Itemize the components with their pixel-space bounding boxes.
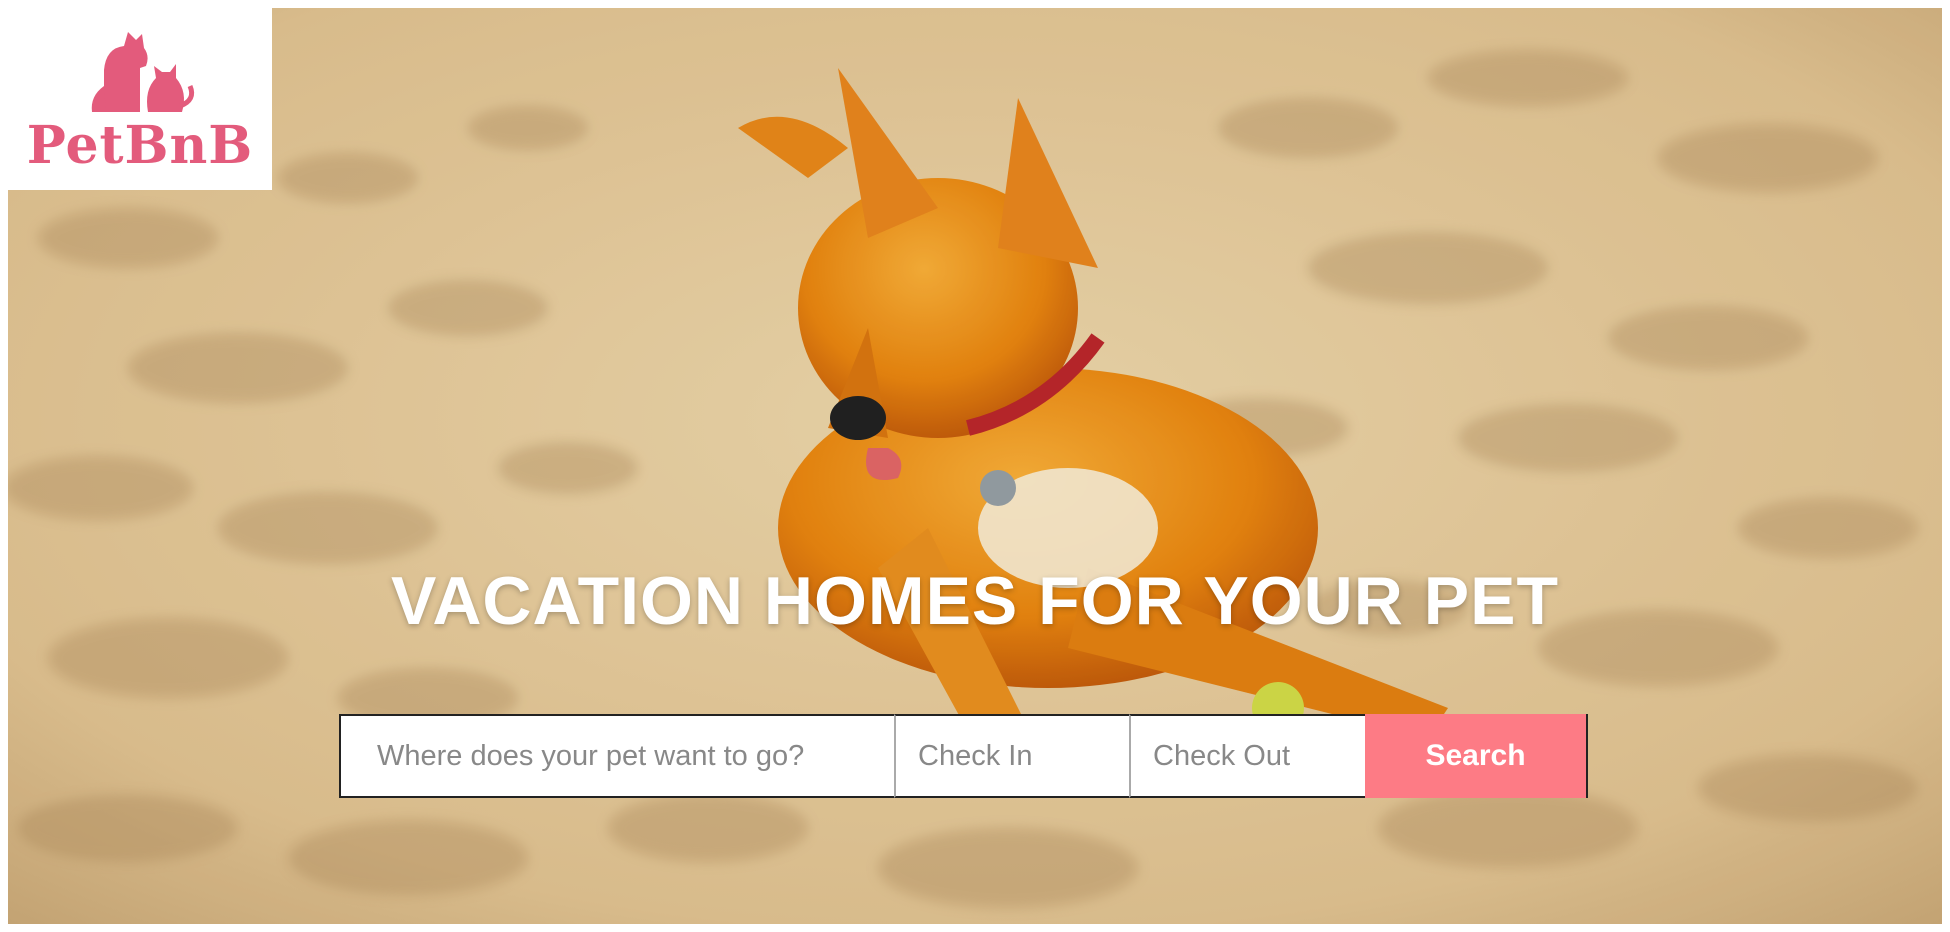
search-form: Where does your pet want to go? Check In… bbox=[339, 714, 1619, 798]
brand-name: PetBnB bbox=[26, 115, 254, 176]
check-out-placeholder: Check Out bbox=[1153, 739, 1290, 772]
check-in-input[interactable]: Check In bbox=[894, 714, 1129, 798]
dog-and-cat-icon bbox=[91, 32, 195, 112]
logo[interactable]: PetBnB bbox=[8, 8, 272, 190]
destination-input[interactable]: Where does your pet want to go? bbox=[339, 714, 894, 798]
check-out-input[interactable]: Check Out bbox=[1129, 714, 1365, 798]
check-in-placeholder: Check In bbox=[918, 739, 1033, 772]
destination-placeholder: Where does your pet want to go? bbox=[377, 739, 805, 772]
search-button[interactable]: Search bbox=[1365, 714, 1588, 798]
hero-headline: VACATION HOMES FOR YOUR PET bbox=[391, 563, 1559, 639]
hero-banner: PetBnB VACATION HOMES FOR YOUR PET Where… bbox=[8, 8, 1942, 924]
